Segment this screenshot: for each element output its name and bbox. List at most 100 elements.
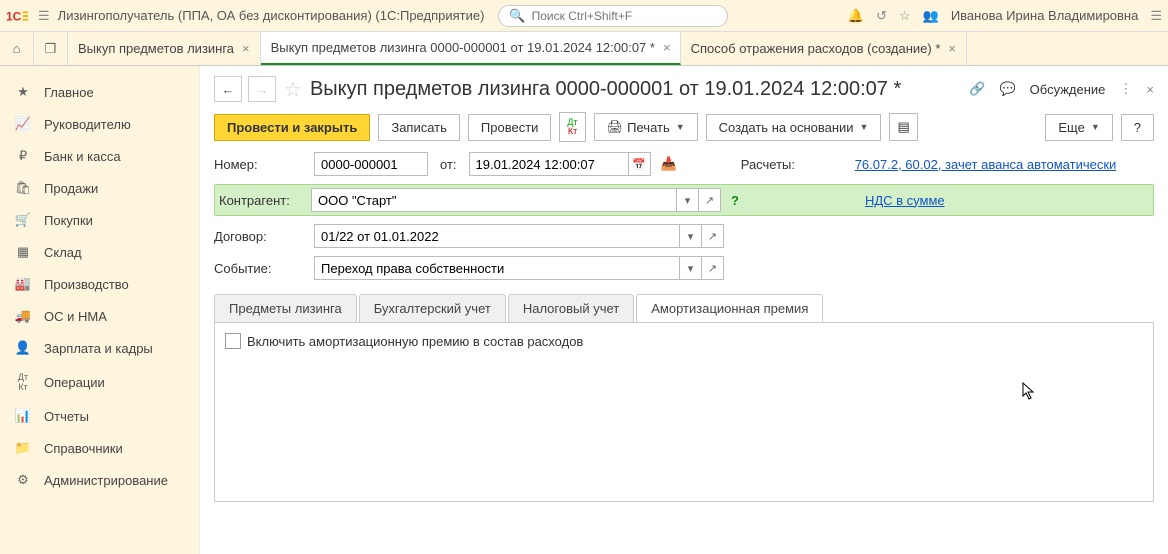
vat-link[interactable]: НДС в сумме [865,193,945,208]
boxes-icon: ▦ [14,244,32,260]
open-icon[interactable]: ↗ [702,256,724,280]
windows-tab[interactable]: ❐ [34,32,68,65]
event-label: Событие: [214,261,310,276]
fill-icon[interactable]: 📥 [661,156,677,172]
sidebar-item-hr[interactable]: 👤Зарплата и кадры [0,332,199,364]
sidebar-item-operations[interactable]: ДтКтОперации [0,364,199,400]
truck-icon: 🚚 [14,308,32,324]
sidebar-item-sales[interactable]: 🛍Продажи [0,172,199,204]
close-icon[interactable]: × [1146,82,1154,97]
gear-icon: ⚙ [14,472,32,488]
favorite-star-icon[interactable]: ☆ [284,77,302,102]
search-icon: 🔍 [509,8,525,24]
registry-button[interactable]: ▤ [889,113,917,141]
menu-bars-icon[interactable]: ☰ [1150,8,1162,24]
sidebar-item-bank[interactable]: ₽Банк и касса [0,140,199,172]
top-bar: 1С ☰ Лизингополучатель (ППА, ОА без диск… [0,0,1168,32]
tab-accounting[interactable]: Бухгалтерский учет [359,294,506,322]
sidebar-item-manager[interactable]: 📈Руководителю [0,108,199,140]
search-input[interactable] [532,9,718,23]
post-and-close-button[interactable]: Провести и закрыть [214,114,370,141]
more-button[interactable]: Еще▼ [1045,114,1112,141]
dtkt-icon: ДтКт [14,372,32,392]
counterparty-label: Контрагент: [219,193,307,208]
global-search[interactable]: 🔍 [498,5,728,27]
sidebar-item-assets[interactable]: 🚚ОС и НМА [0,300,199,332]
calc-label: Расчеты: [741,157,851,172]
doc-tab-1[interactable]: Выкуп предметов лизинга 0000-000001 от 1… [261,32,681,65]
user-icon[interactable]: 👥 [923,8,939,24]
tab-leasing-items[interactable]: Предметы лизинга [214,294,357,322]
history-icon[interactable]: ↺ [876,8,887,24]
doc-tab-label: Выкуп предметов лизинга [78,41,234,56]
calendar-icon[interactable]: 📅 [629,152,651,176]
help-button[interactable]: ? [1121,114,1154,141]
sidebar-item-catalogs[interactable]: 📁Справочники [0,432,199,464]
nav-back-button[interactable]: ← [214,76,242,102]
form: Номер: от: 📅 📥 Расчеты: 76.07.2, 60.02, … [200,152,1168,288]
home-tab[interactable]: ⌂ [0,32,34,65]
contract-label: Договор: [214,229,310,244]
bell-icon[interactable]: 🔔 [848,8,864,24]
page-title: Выкуп предметов лизинга 0000-000001 от 1… [310,78,963,101]
dtkt-button[interactable]: ДтКт [559,112,585,142]
save-button[interactable]: Записать [378,114,460,141]
star-icon[interactable]: ☆ [899,8,911,24]
doc-tab-label: Способ отражения расходов (создание) * [691,41,941,56]
doc-tab-0[interactable]: Выкуп предметов лизинга × [68,32,261,65]
factory-icon: 🏭 [14,276,32,292]
from-label: от: [440,157,457,172]
sidebar-item-production[interactable]: 🏭Производство [0,268,199,300]
close-icon[interactable]: × [948,41,956,56]
ruble-icon: ₽ [14,148,32,164]
nav-forward-button[interactable]: → [248,76,276,102]
svg-text:1С: 1С [6,9,22,23]
link-icon[interactable]: 🔗 [969,81,985,97]
tab-amort-premium[interactable]: Амортизационная премия [636,294,823,322]
tab-tax[interactable]: Налоговый учет [508,294,634,322]
sidebar-item-main[interactable]: ★Главное [0,76,199,108]
include-premium-checkbox[interactable] [225,333,241,349]
counterparty-input[interactable] [311,188,677,212]
doc-tab-2[interactable]: Способ отражения расходов (создание) * × [681,32,967,65]
help-hint-icon[interactable]: ? [731,193,739,208]
date-input[interactable] [469,152,629,176]
discuss-label[interactable]: Обсуждение [1030,82,1106,97]
calc-link[interactable]: 76.07.2, 60.02, зачет аванса автоматичес… [855,157,1117,172]
sidebar-item-admin[interactable]: ⚙Администрирование [0,464,199,496]
printer-icon: 🖨 [607,119,624,135]
contract-input[interactable] [314,224,680,248]
bag-icon: 🛍 [14,180,32,196]
main-menu-icon[interactable]: ☰ [38,8,50,24]
create-based-button[interactable]: Создать на основании▼ [706,114,882,141]
kebab-icon[interactable]: ⋮ [1119,81,1132,97]
close-icon[interactable]: × [663,40,671,55]
app-title: Лизингополучатель (ППА, ОА без дисконтир… [58,8,485,23]
document-tabs: ⌂ ❐ Выкуп предметов лизинга × Выкуп пред… [0,32,1168,66]
inner-tabs: Предметы лизинга Бухгалтерский учет Нало… [214,294,1154,322]
sidebar: ★Главное 📈Руководителю ₽Банк и касса 🛍Пр… [0,66,200,554]
discuss-icon[interactable]: 💬 [999,81,1015,97]
chevron-down-icon[interactable]: ▾ [680,256,702,280]
sidebar-item-reports[interactable]: 📊Отчеты [0,400,199,432]
number-label: Номер: [214,157,310,172]
post-button[interactable]: Провести [468,114,552,141]
tab-pane: Включить амортизационную премию в состав… [214,322,1154,502]
open-icon[interactable]: ↗ [702,224,724,248]
chart-up-icon: 📈 [14,116,32,132]
chevron-down-icon: ▼ [1091,122,1100,132]
sidebar-item-purchases[interactable]: 🛒Покупки [0,204,199,236]
print-button[interactable]: 🖨Печать▼ [594,113,698,141]
content-area: ← → ☆ Выкуп предметов лизинга 0000-00000… [200,66,1168,554]
cart-icon: 🛒 [14,212,32,228]
chevron-down-icon[interactable]: ▾ [677,188,699,212]
close-icon[interactable]: × [242,41,250,56]
number-input[interactable] [314,152,428,176]
open-icon[interactable]: ↗ [699,188,721,212]
event-input[interactable] [314,256,680,280]
chevron-down-icon: ▼ [860,122,869,132]
sidebar-item-warehouse[interactable]: ▦Склад [0,236,199,268]
star-icon: ★ [14,84,32,100]
user-name[interactable]: Иванова Ирина Владимировна [951,8,1139,23]
chevron-down-icon[interactable]: ▾ [680,224,702,248]
